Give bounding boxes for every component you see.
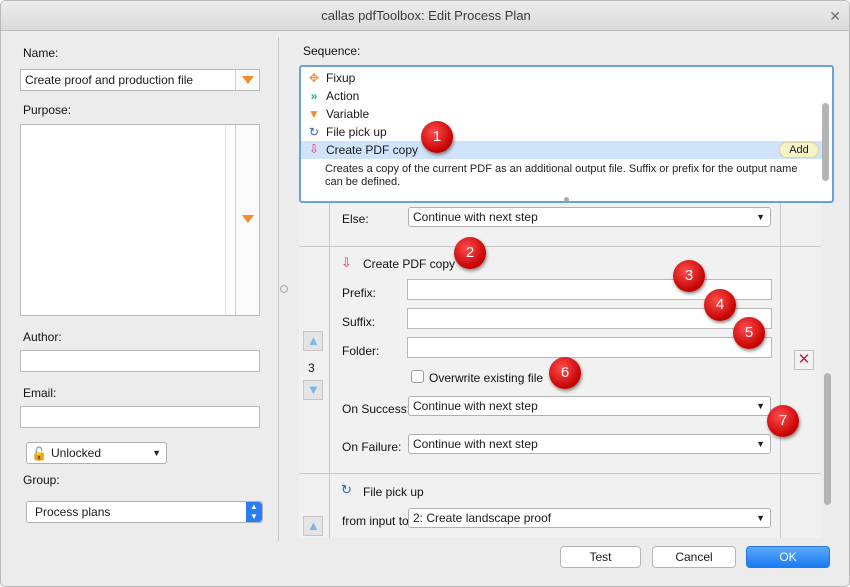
move-up-button[interactable]: ▲	[303, 516, 323, 536]
chevron-down-icon	[242, 76, 254, 84]
annotation-badge-6: 6	[549, 357, 581, 389]
create-pdf-copy-icon: ⇩	[308, 142, 320, 156]
else-label: Else:	[342, 212, 369, 226]
chevron-down-icon: ▼	[756, 212, 765, 222]
else-value: Continue with next step	[413, 210, 538, 224]
arrow-up-icon: ▲	[307, 333, 320, 348]
sequence-item-label: Create PDF copy	[326, 143, 419, 157]
on-failure-label: On Failure:	[342, 440, 402, 454]
sequence-item-description: Creates a copy of the current PDF as an …	[325, 163, 798, 188]
on-failure-value: Continue with next step	[413, 437, 538, 451]
group-label: Group:	[23, 473, 60, 487]
sequence-item-create-pdf-copy[interactable]: ⇩ Create PDF copy Add	[301, 141, 822, 159]
splitter-line	[278, 37, 279, 541]
purpose-side-button[interactable]	[235, 125, 259, 315]
step-right-border	[780, 474, 781, 538]
author-input[interactable]	[20, 350, 260, 372]
annotation-badge-2: 2	[454, 237, 486, 269]
on-success-dropdown[interactable]: Continue with next step ▼	[408, 396, 771, 416]
name-value: Create proof and production file	[25, 73, 194, 87]
purpose-textarea[interactable]	[20, 124, 260, 316]
suffix-label: Suffix:	[342, 315, 376, 329]
step-right-border	[780, 247, 781, 473]
annotation-badge-5: 5	[733, 317, 765, 349]
sequence-item-label: Action	[326, 89, 360, 103]
annotation-badge-4: 4	[704, 289, 736, 321]
else-dropdown[interactable]: Continue with next step ▼	[408, 207, 771, 227]
purpose-label: Purpose:	[23, 103, 72, 117]
arrow-down-icon: ▼	[307, 382, 320, 397]
stepper-icon: ▲ ▼	[246, 502, 262, 522]
name-dropdown-button[interactable]	[235, 70, 259, 90]
fixup-icon: ✥	[308, 71, 320, 85]
delete-icon: ✕	[797, 351, 811, 368]
variable-icon: ▼	[308, 107, 320, 121]
chevron-down-icon: ▼	[152, 448, 161, 458]
chevron-down-icon	[242, 215, 254, 223]
cancel-button[interactable]: Cancel	[652, 546, 736, 568]
folder-input[interactable]	[407, 337, 772, 358]
annotation-badge-3: 3	[673, 260, 705, 292]
step-left-border	[329, 201, 330, 246]
author-label: Author:	[23, 330, 62, 344]
pdf-copy-title: Create PDF copy	[363, 257, 456, 271]
sequence-item-label: Variable	[326, 107, 370, 121]
file-pick-up-icon: ↻	[308, 125, 320, 139]
on-success-label: On Success:	[342, 402, 411, 416]
step-number: 3	[308, 361, 315, 375]
sequence-item-label: File pick up	[326, 125, 387, 139]
annotation-badge-1: 1	[421, 121, 453, 153]
annotation-badge-7: 7	[767, 405, 799, 437]
email-input[interactable]	[20, 406, 260, 428]
step-left-border	[329, 247, 330, 473]
on-success-value: Continue with next step	[413, 399, 538, 413]
close-icon[interactable]: ✕	[829, 1, 841, 31]
step-right-border	[780, 201, 781, 246]
step-separator	[299, 473, 821, 474]
chevron-down-icon: ▼	[756, 401, 765, 411]
move-down-button[interactable]: ▼	[303, 380, 323, 400]
name-combo[interactable]: Create proof and production file	[20, 69, 260, 91]
prefix-label: Prefix:	[342, 286, 377, 300]
step-left-border	[329, 474, 330, 538]
overwrite-checkbox[interactable]	[411, 370, 424, 383]
sequence-list-scrollbar[interactable]	[822, 103, 829, 181]
sequence-label: Sequence:	[303, 44, 361, 58]
delete-step-button[interactable]: ✕	[794, 350, 814, 370]
chevron-down-icon: ▼	[756, 513, 765, 523]
lock-dropdown[interactable]: 🔓 Unlocked ▼	[26, 442, 167, 464]
sequence-item-label: Fixup	[326, 71, 356, 85]
add-button[interactable]: Add	[779, 142, 819, 158]
from-input-dropdown[interactable]: 2: Create landscape proof ▼	[408, 508, 771, 528]
arrow-up-icon: ▲	[307, 518, 320, 533]
sequence-list[interactable]: ✥ Fixup » Action ▼ Variable ↻ File pick …	[299, 65, 834, 203]
edit-process-plan-window: callas pdfToolbox: Edit Process Plan ✕ N…	[0, 0, 850, 587]
purpose-scroll-track	[225, 125, 235, 315]
file-pick-up-icon: ↻	[341, 482, 352, 497]
resize-handle[interactable]	[564, 197, 569, 201]
create-pdf-copy-icon: ⇩	[341, 255, 352, 270]
overwrite-label: Overwrite existing file	[429, 371, 544, 385]
ok-button[interactable]: OK	[746, 546, 830, 568]
from-input-value: 2: Create landscape proof	[413, 511, 552, 525]
steps-scrollbar[interactable]	[824, 373, 831, 505]
lock-value: Unlocked	[51, 446, 102, 460]
email-label: Email:	[23, 386, 57, 400]
folder-label: Folder:	[342, 344, 380, 358]
file-pickup-title: File pick up	[363, 485, 424, 499]
splitter-handle[interactable]	[280, 285, 288, 293]
unlock-icon: 🔓	[31, 446, 48, 461]
group-dropdown[interactable]: Process plans ▲ ▼	[26, 501, 263, 523]
window-title: callas pdfToolbox: Edit Process Plan	[321, 8, 531, 23]
move-up-button[interactable]: ▲	[303, 331, 323, 351]
title-bar: callas pdfToolbox: Edit Process Plan ✕	[1, 1, 849, 31]
action-icon: »	[310, 89, 318, 103]
step-separator	[299, 246, 821, 247]
chevron-down-icon: ▼	[756, 439, 765, 449]
on-failure-dropdown[interactable]: Continue with next step ▼	[408, 434, 771, 454]
group-value: Process plans	[35, 505, 111, 519]
test-button[interactable]: Test	[560, 546, 641, 568]
name-label: Name:	[23, 46, 59, 60]
